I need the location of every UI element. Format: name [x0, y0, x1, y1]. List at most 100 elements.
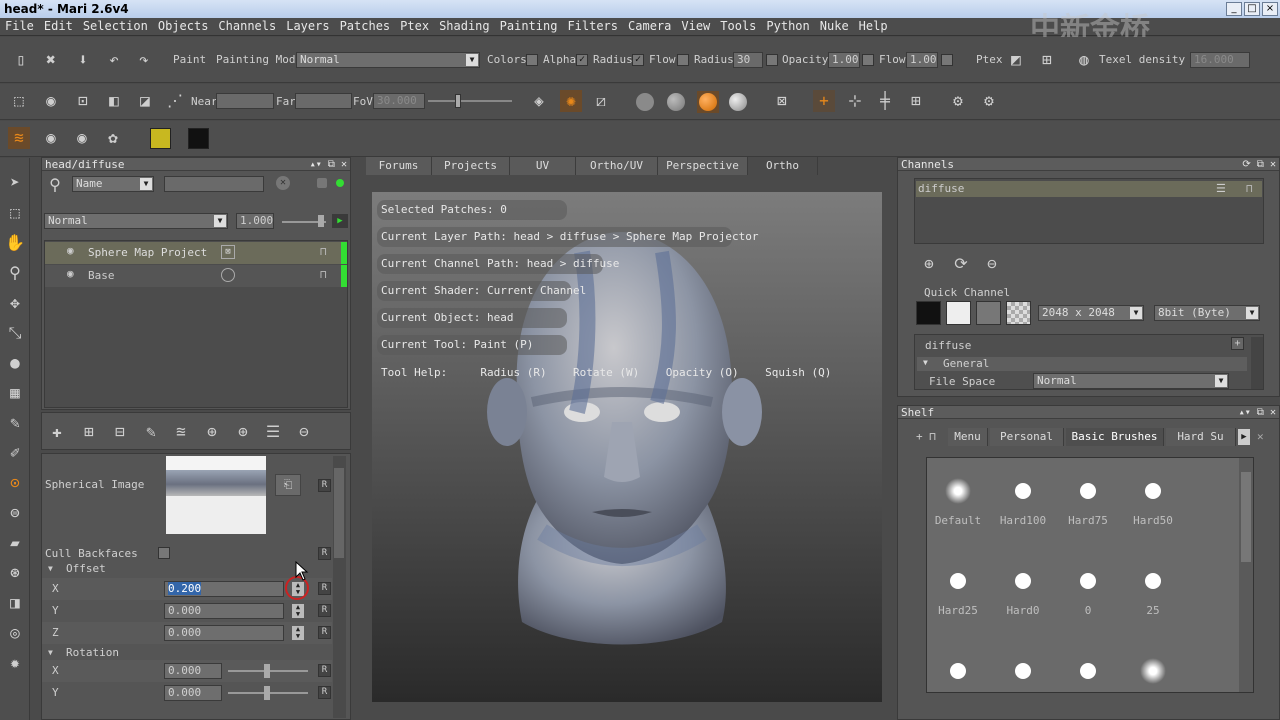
- pin-icon[interactable]: ✐: [4, 442, 26, 464]
- properties-scrollbar[interactable]: [333, 456, 346, 718]
- menu-nuke[interactable]: Nuke: [815, 18, 854, 35]
- wireframe-icon[interactable]: ⊠: [771, 90, 793, 112]
- paint-through-icon[interactable]: ✺: [560, 90, 582, 112]
- clone-icon[interactable]: ✎: [4, 412, 26, 434]
- menu-filters[interactable]: Filters: [562, 18, 623, 35]
- reset-button[interactable]: R: [318, 626, 331, 639]
- file-space-select[interactable]: Normal ▼: [1033, 373, 1229, 389]
- menu-tools[interactable]: Tools: [715, 18, 761, 35]
- add-point-icon[interactable]: +: [813, 90, 835, 112]
- maximize-button[interactable]: □: [1244, 2, 1260, 16]
- near-field[interactable]: [216, 93, 274, 109]
- flatten-icon[interactable]: ☰: [262, 421, 284, 443]
- stamp-icon[interactable]: ⊛: [4, 562, 26, 584]
- panel-controls-icon[interactable]: ▴▾ ⧉ ✕: [1239, 406, 1276, 419]
- select-tool-icon[interactable]: ➤: [4, 172, 26, 194]
- channel-props-scrollbar[interactable]: [1251, 337, 1263, 389]
- undo-icon[interactable]: ↶: [103, 49, 125, 71]
- painting-mode-select[interactable]: Normal ▼: [296, 52, 480, 68]
- fov-slider[interactable]: [428, 100, 512, 102]
- camera-icon[interactable]: ◪: [134, 90, 156, 112]
- delete-layer-icon[interactable]: ⊖: [293, 421, 315, 443]
- brush-preset[interactable]: [993, 656, 1053, 692]
- brush-preset[interactable]: 25: [1123, 566, 1183, 617]
- lock-icon[interactable]: ⊓: [1246, 182, 1253, 195]
- brush-preset[interactable]: [1123, 656, 1183, 692]
- flat-shading-icon[interactable]: [636, 93, 654, 111]
- smear-icon[interactable]: ⊜: [4, 502, 26, 524]
- colors-checkbox[interactable]: [526, 54, 538, 66]
- quick-black-swatch[interactable]: [916, 301, 941, 325]
- menu-shading[interactable]: Shading: [434, 18, 495, 35]
- projection-icon[interactable]: ⧄: [590, 90, 612, 112]
- layer-filter-select[interactable]: Name ▼: [72, 176, 154, 192]
- layer-opacity-field[interactable]: 1.000: [236, 213, 274, 229]
- brush-preset[interactable]: [928, 656, 988, 692]
- refresh-channel-icon[interactable]: ⟳: [950, 253, 972, 275]
- rotation-x-field[interactable]: 0.000: [164, 663, 222, 679]
- add-procedural-icon[interactable]: ✎: [140, 421, 162, 443]
- tab-perspective[interactable]: Perspective: [658, 157, 748, 175]
- add-adjustment-icon[interactable]: ≊: [170, 421, 192, 443]
- rotation-y-field[interactable]: 0.000: [164, 685, 222, 701]
- play-icon[interactable]: ▶: [332, 214, 348, 228]
- flow-checkbox[interactable]: [677, 54, 689, 66]
- quick-white-swatch[interactable]: [946, 301, 971, 325]
- axis-grid-icon[interactable]: ⊞: [905, 90, 927, 112]
- opacity-lock-checkbox[interactable]: [862, 54, 874, 66]
- shelf-scrollbar[interactable]: [1239, 458, 1253, 692]
- brush-preset[interactable]: Hard25: [928, 566, 988, 617]
- reset-button[interactable]: R: [318, 664, 331, 677]
- brush-preset[interactable]: 0: [1058, 566, 1118, 617]
- lock-icon[interactable]: ⊓: [320, 268, 327, 281]
- menu-file[interactable]: File: [0, 18, 39, 35]
- visibility-eye-icon[interactable]: ◉: [67, 267, 74, 280]
- drop-icon[interactable]: ●: [4, 352, 26, 374]
- minimize-button[interactable]: _: [1226, 2, 1242, 16]
- tab-menu[interactable]: Menu: [948, 428, 988, 446]
- rotation-y-handle[interactable]: [264, 686, 270, 700]
- opacity-field[interactable]: 1.000: [828, 52, 860, 68]
- grid-floor-icon[interactable]: ⋰: [164, 90, 186, 112]
- brush-preset[interactable]: Hard50: [1123, 476, 1183, 527]
- far-field[interactable]: [295, 93, 352, 109]
- blur-icon[interactable]: ◎: [4, 622, 26, 644]
- transform-reset-icon[interactable]: ⚙: [978, 90, 1000, 112]
- brush-preset[interactable]: Hard75: [1058, 476, 1118, 527]
- brush-preset[interactable]: Default: [928, 476, 988, 527]
- resolution-select[interactable]: 2048 x 2048 ▼: [1038, 305, 1144, 321]
- menu-help[interactable]: Help: [854, 18, 893, 35]
- menu-layers[interactable]: Layers: [281, 18, 334, 35]
- eye-toggle-2-icon[interactable]: ◉: [71, 127, 93, 149]
- spherical-image-preview[interactable]: [166, 456, 266, 534]
- add-layer-group-icon[interactable]: ⊟: [109, 421, 131, 443]
- tab-projects[interactable]: Projects: [432, 157, 510, 175]
- marquee-select-icon[interactable]: ⬚: [4, 202, 26, 224]
- reset-button[interactable]: R: [318, 547, 331, 560]
- brain-icon[interactable]: ✿: [102, 127, 124, 149]
- tab-ortho[interactable]: Ortho: [748, 157, 818, 175]
- reset-button[interactable]: R: [318, 604, 331, 617]
- general-section-header[interactable]: ▼ General: [917, 357, 1247, 371]
- fov-field[interactable]: 30.000: [373, 93, 425, 109]
- offset-z-field[interactable]: 0.000: [164, 625, 284, 641]
- texel-density-field[interactable]: 16.000: [1190, 52, 1250, 68]
- paint-layer-icon[interactable]: ≋: [8, 127, 30, 149]
- menu-ptex[interactable]: Ptex: [395, 18, 434, 35]
- channel-menu-icon[interactable]: ☰: [1216, 182, 1226, 195]
- clear-filter-icon[interactable]: ✕: [276, 176, 290, 190]
- load-image-icon[interactable]: ⎗: [275, 474, 301, 496]
- add-mask-icon[interactable]: ⊕: [201, 421, 223, 443]
- flow-field[interactable]: 1.000: [906, 52, 938, 68]
- ptex-grid-icon[interactable]: ⊞: [1036, 49, 1058, 71]
- tab-forums[interactable]: Forums: [366, 157, 432, 175]
- menu-objects[interactable]: Objects: [153, 18, 214, 35]
- rotation-x-handle[interactable]: [264, 664, 270, 678]
- menu-channels[interactable]: Channels: [213, 18, 281, 35]
- grid-tool-icon[interactable]: ▦: [4, 382, 26, 404]
- reset-button[interactable]: R: [318, 582, 331, 595]
- channel-row-diffuse[interactable]: diffuse ☰ ⊓: [916, 181, 1262, 197]
- foreground-color-swatch[interactable]: [150, 128, 171, 149]
- fov-slider-handle[interactable]: [455, 94, 461, 108]
- layer-row-sphere-map[interactable]: ◉ Sphere Map Project ⊠ ⊓: [45, 242, 347, 264]
